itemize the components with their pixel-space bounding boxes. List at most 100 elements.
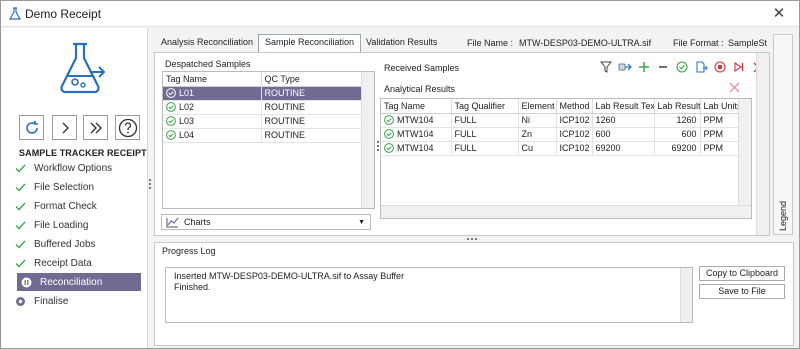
progress-log-panel: Progress Log Inserted MTW-DESP03-DEMO-UL…: [154, 242, 794, 346]
cell-qualifier: FULL: [451, 127, 519, 142]
table-row[interactable]: MTW104 FULL Ni ICP102 1260 1260 PPM: [381, 113, 739, 128]
tab-sample-reconciliation[interactable]: Sample Reconciliation: [258, 34, 362, 53]
column-header-lab-result[interactable]: Lab Result: [654, 99, 701, 114]
column-header-element[interactable]: Element: [518, 99, 557, 114]
sidebar-item-label: File Loading: [34, 219, 89, 231]
analytical-horizontal-scrollbar[interactable]: [381, 205, 751, 218]
progress-log-text[interactable]: Inserted MTW-DESP03-DEMO-ULTRA.sif to As…: [165, 267, 693, 323]
cell-tag: MTW104: [397, 142, 434, 153]
despatched-samples-title: Despatched Samples: [165, 59, 251, 69]
sidebar-section-title: SAMPLE TRACKER RECEIPT: [19, 148, 147, 158]
add-icon[interactable]: [637, 60, 651, 74]
check-circle-icon: [384, 115, 394, 126]
column-header-tag-name[interactable]: Tag Name: [381, 99, 452, 114]
cell-tag: L02: [179, 101, 195, 112]
cell-result: 600: [654, 127, 701, 142]
horizontal-splitter-grip[interactable]: [467, 238, 477, 240]
charts-dropdown[interactable]: Charts ▼: [161, 214, 371, 230]
analytical-results-grid: Tag Name Tag Qualifier Element Method La…: [380, 98, 752, 219]
export-icon[interactable]: [694, 60, 708, 74]
sidebar-item-finalise[interactable]: Finalise: [14, 292, 142, 310]
link-icon[interactable]: [618, 60, 632, 74]
despatched-vertical-scrollbar[interactable]: [361, 72, 374, 208]
sidebar-item-label: Workflow Options: [34, 162, 113, 174]
filter-icon[interactable]: [599, 60, 613, 74]
panel-vertical-scrollbar[interactable]: [756, 53, 769, 235]
sidebar-item-workflow-options[interactable]: Workflow Options: [14, 159, 142, 177]
close-icon[interactable]: ✕: [769, 4, 789, 24]
check-icon: [14, 219, 26, 231]
table-row[interactable]: L03 ROUTINE: [163, 114, 362, 129]
vertical-splitter-grip[interactable]: [377, 141, 379, 151]
column-header-method[interactable]: Method: [556, 99, 593, 114]
column-header-tag-qualifier[interactable]: Tag Qualifier: [451, 99, 519, 114]
sidebar-item-format-check[interactable]: Format Check: [14, 197, 142, 215]
refresh-button[interactable]: [19, 115, 44, 140]
flask-logo-icon: [60, 42, 106, 94]
column-header-qc-type[interactable]: QC Type: [261, 72, 362, 87]
delete-icon[interactable]: [656, 60, 670, 74]
sidebar-item-label: Receipt Data: [34, 257, 92, 269]
column-header-tag-name[interactable]: Tag Name: [163, 72, 262, 87]
cell-qualifier: FULL: [451, 113, 519, 128]
log-vertical-scrollbar[interactable]: [680, 268, 692, 322]
tab-analysis-reconciliation[interactable]: Analysis Reconciliation: [155, 35, 259, 52]
pending-dot-icon: [14, 295, 26, 307]
check-circle-icon: [166, 102, 176, 113]
window-title: Demo Receipt: [25, 7, 102, 21]
column-header-lab-units[interactable]: Lab Units: [700, 99, 739, 114]
check-icon: [14, 200, 26, 212]
help-icon: [118, 118, 137, 137]
copy-to-clipboard-button[interactable]: Copy to Clipboard: [699, 266, 785, 281]
chart-icon: [166, 217, 179, 228]
analytical-vertical-scrollbar[interactable]: [738, 99, 751, 205]
file-format-label: File Format :: [673, 38, 724, 48]
cell-tag: MTW104: [397, 128, 434, 139]
sidebar-item-receipt-data[interactable]: Receipt Data: [14, 254, 142, 272]
cell-units: PPM: [700, 141, 739, 156]
charts-dropdown-label: Charts: [184, 217, 211, 227]
cell-tag: L01: [179, 87, 195, 98]
cell-tag: L03: [179, 115, 195, 126]
table-row[interactable]: MTW104 FULL Cu ICP102 69200 69200 PPM: [381, 141, 739, 156]
help-button[interactable]: [115, 115, 140, 140]
clear-icon[interactable]: [729, 82, 740, 93]
file-name-value: MTW-DESP03-DEMO-ULTRA.sif: [519, 38, 652, 48]
next-button[interactable]: [52, 115, 77, 140]
cell-qc: ROUTINE: [261, 128, 362, 143]
table-row[interactable]: L02 ROUTINE: [163, 100, 362, 115]
chevron-down-icon: ▼: [358, 218, 365, 226]
progress-log-title: Progress Log: [162, 246, 216, 256]
sidebar-item-label: Buffered Jobs: [34, 238, 96, 250]
cell-element: Cu: [518, 141, 557, 156]
check-circle-icon: [384, 129, 394, 140]
column-header-lab-result-text[interactable]: Lab Result Text: [592, 99, 655, 114]
check-circle-icon: [166, 116, 176, 127]
sidebar-item-file-selection[interactable]: File Selection: [14, 178, 142, 196]
in-progress-icon: [20, 276, 32, 288]
fast-forward-button[interactable]: [83, 115, 108, 140]
next-icon: [62, 122, 69, 133]
table-row[interactable]: MTW104 FULL Zn ICP102 600 600 PPM: [381, 127, 739, 142]
vertical-splitter-grip[interactable]: [149, 179, 151, 189]
check-circle-icon: [166, 88, 176, 99]
check-icon: [14, 238, 26, 250]
stop-icon[interactable]: [713, 60, 727, 74]
legend-panel[interactable]: Legend: [773, 34, 793, 235]
table-row[interactable]: L01 ROUTINE: [163, 86, 362, 101]
title-bar: Demo Receipt ✕: [1, 1, 799, 27]
tab-validation-results[interactable]: Validation Results: [360, 35, 443, 52]
app-window: Demo Receipt ✕ SAMPLE TRACKER RECEIPT Wo…: [0, 0, 800, 349]
sidebar-item-label: Finalise: [34, 295, 69, 307]
save-to-file-button[interactable]: Save to File: [699, 284, 785, 299]
check-icon: [14, 257, 26, 269]
cell-units: PPM: [700, 113, 739, 128]
cell-tag: MTW104: [397, 114, 434, 125]
table-row[interactable]: L04 ROUTINE: [163, 128, 362, 143]
sidebar-item-buffered-jobs[interactable]: Buffered Jobs: [14, 235, 142, 253]
sidebar-item-reconciliation[interactable]: Reconciliation: [17, 273, 141, 291]
cell-method: ICP102: [556, 141, 593, 156]
accept-icon[interactable]: [675, 60, 689, 74]
sidebar-item-file-loading[interactable]: File Loading: [14, 216, 142, 234]
skip-icon[interactable]: [732, 60, 746, 74]
